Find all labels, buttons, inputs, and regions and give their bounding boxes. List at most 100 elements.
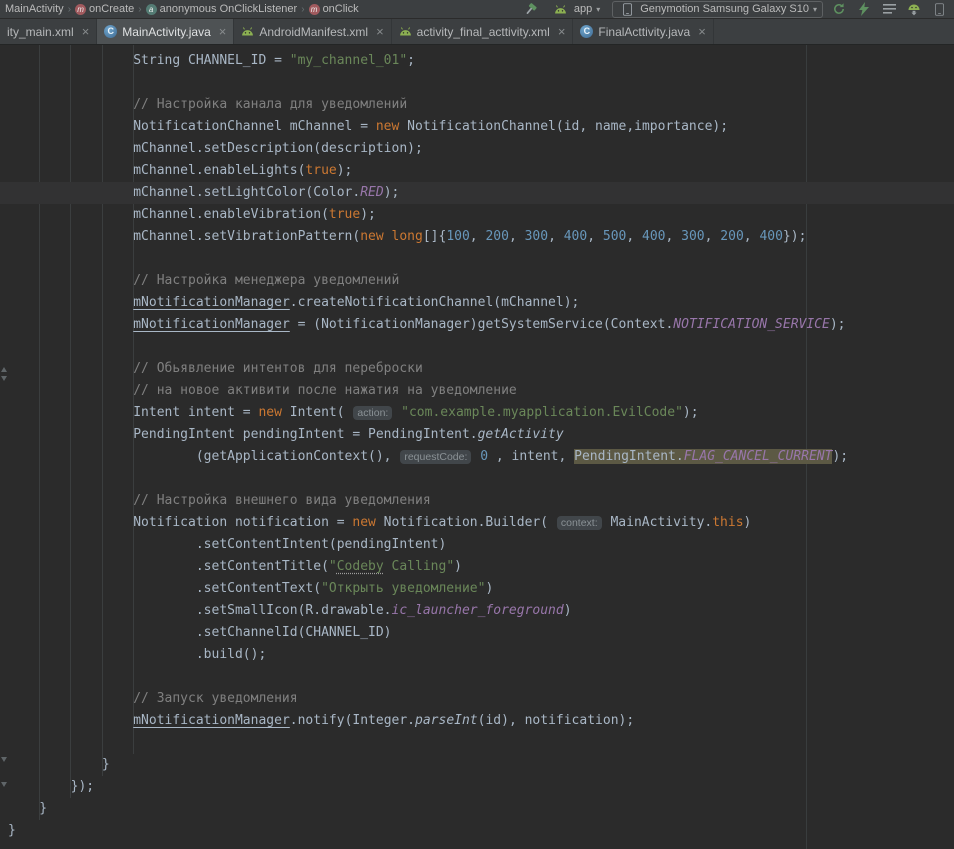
code-token: .setContentText(: [8, 581, 321, 596]
parameter-hint: action:: [353, 406, 392, 420]
code-token: "my_channel_01": [290, 53, 407, 68]
code-line[interactable]: mChannel.setDescription(description);: [0, 138, 954, 160]
breadcrumb-label: MainActivity: [5, 3, 64, 15]
code-line[interactable]: [0, 732, 954, 754]
code-line[interactable]: .setContentText("Открыть уведомление"): [0, 578, 954, 600]
editor-tab[interactable]: CMainActivity.java×: [97, 19, 234, 44]
code-line[interactable]: PendingIntent pendingIntent = PendingInt…: [0, 424, 954, 446]
attach-debugger-icon[interactable]: [855, 1, 873, 17]
code-editor[interactable]: String CHANNEL_ID = "my_channel_01"; // …: [0, 45, 954, 849]
code-line[interactable]: // Настройка канала для уведомлений: [0, 94, 954, 116]
breadcrumb-label: onCreate: [89, 3, 134, 15]
code-line[interactable]: mChannel.enableLights(true);: [0, 160, 954, 182]
code-line[interactable]: mNotificationManager.notify(Integer.pars…: [0, 710, 954, 732]
code-line[interactable]: .setChannelId(CHANNEL_ID): [0, 622, 954, 644]
code-line[interactable]: (getApplicationContext(), requestCode: 0…: [0, 446, 954, 468]
android-file-icon: [399, 27, 412, 36]
code-token: ,: [666, 229, 682, 244]
code-line[interactable]: }: [0, 798, 954, 820]
code-line[interactable]: String CHANNEL_ID = "my_channel_01";: [0, 50, 954, 72]
code-token: (getApplicationContext(),: [8, 449, 399, 464]
breadcrumb-item[interactable]: monClick: [306, 3, 362, 15]
code-line[interactable]: mChannel.setVibrationPattern(new long[]{…: [0, 226, 954, 248]
code-token: ,: [470, 229, 486, 244]
code-token: // Настройка канала для уведомлений: [8, 97, 407, 112]
breadcrumb-item[interactable]: aanonymous OnClickListener: [143, 3, 301, 15]
breadcrumb-label: anonymous OnClickListener: [160, 3, 298, 15]
code-token: new: [258, 405, 281, 420]
code-line[interactable]: }: [0, 754, 954, 776]
code-line[interactable]: mChannel.enableVibration(true);: [0, 204, 954, 226]
code-token: NotificationChannel(id, name,importance)…: [399, 119, 728, 134]
code-token: mChannel.enableLights(: [8, 163, 305, 178]
code-line[interactable]: [0, 248, 954, 270]
code-token: // Настройка менеджера уведомлений: [8, 273, 399, 288]
code-token: [393, 405, 401, 420]
code-token: new: [352, 515, 375, 530]
close-tab-icon[interactable]: ×: [698, 25, 706, 38]
close-tab-icon[interactable]: ×: [219, 25, 227, 38]
run-configuration-dropdown[interactable]: app ▾: [547, 1, 605, 18]
java-class-icon: C: [104, 25, 117, 38]
code-token: true: [305, 163, 336, 178]
breadcrumb-item[interactable]: MainActivity: [2, 3, 67, 15]
code-token: 400: [642, 229, 665, 244]
code-token: 400: [759, 229, 782, 244]
navigation-bar: MainActivity›monCreate›aanonymous OnClic…: [0, 0, 954, 19]
code-line[interactable]: // Запуск уведомления: [0, 688, 954, 710]
breadcrumb-item[interactable]: monCreate: [72, 3, 137, 15]
editor-tab[interactable]: activity_final_acttivity.xml ×: [392, 19, 574, 44]
code-line[interactable]: // Настройка менеджера уведомлений: [0, 270, 954, 292]
code-line[interactable]: NotificationChannel mChannel = new Notif…: [0, 116, 954, 138]
close-tab-icon[interactable]: ×: [558, 25, 566, 38]
code-line[interactable]: .setContentIntent(pendingIntent): [0, 534, 954, 556]
android-app-icon: [552, 1, 570, 17]
tab-label: activity_final_acttivity.xml: [417, 25, 550, 39]
code-token: Calling": [384, 559, 454, 574]
build-hammer-icon[interactable]: [522, 1, 540, 17]
code-token: ,: [548, 229, 564, 244]
code-line[interactable]: [0, 336, 954, 358]
code-token: 300: [681, 229, 704, 244]
logcat-icon[interactable]: [880, 1, 898, 17]
code-line[interactable]: Intent intent = new Intent( action: "com…: [0, 402, 954, 424]
code-line[interactable]: [0, 666, 954, 688]
editor-tabs: ity_main.xml×CMainActivity.java×AndroidM…: [0, 19, 954, 45]
code-token: // на новое активити после нажатия на ув…: [8, 383, 517, 398]
code-line[interactable]: .setContentTitle("Codeby Calling"): [0, 556, 954, 578]
code-line[interactable]: // Обьявление интентов для переброски: [0, 358, 954, 380]
editor-tab[interactable]: CFinalActtivity.java×: [573, 19, 713, 44]
code-token: mChannel.setVibrationPattern(: [8, 229, 360, 244]
device-dropdown[interactable]: Genymotion Samsung Galaxy S10 ▾: [612, 1, 823, 18]
editor-tab[interactable]: AndroidManifest.xml×: [234, 19, 391, 44]
breadcrumb: MainActivity›monCreate›aanonymous OnClic…: [2, 3, 362, 15]
code-token: .setContentTitle(: [8, 559, 329, 574]
sdk-manager-icon[interactable]: [905, 1, 923, 17]
run-config-label: app: [574, 3, 592, 15]
code-token: Codeby: [337, 559, 384, 574]
code-token: getActivity: [478, 427, 564, 442]
code-line[interactable]: mNotificationManager = (NotificationMana…: [0, 314, 954, 336]
code-token: mChannel.setLightColor(Color.: [8, 185, 360, 200]
editor-tab[interactable]: ity_main.xml×: [0, 19, 97, 44]
code-area[interactable]: String CHANNEL_ID = "my_channel_01"; // …: [0, 50, 954, 842]
code-line[interactable]: .setSmallIcon(R.drawable.ic_launcher_for…: [0, 600, 954, 622]
code-line[interactable]: // на новое активити после нажатия на ув…: [0, 380, 954, 402]
code-line[interactable]: Notification notification = new Notifica…: [0, 512, 954, 534]
code-token: [384, 229, 392, 244]
chevron-down-icon: ▾: [813, 5, 817, 14]
close-tab-icon[interactable]: ×: [376, 25, 384, 38]
code-line[interactable]: }: [0, 820, 954, 842]
code-token: }: [8, 757, 110, 772]
close-tab-icon[interactable]: ×: [82, 25, 90, 38]
code-line[interactable]: [0, 72, 954, 94]
code-line[interactable]: mNotificationManager.createNotificationC…: [0, 292, 954, 314]
code-line[interactable]: // Настройка внешнего вида уведомления: [0, 490, 954, 512]
code-line[interactable]: });: [0, 776, 954, 798]
code-line-current[interactable]: mChannel.setLightColor(Color.RED);: [0, 182, 954, 204]
sync-project-icon[interactable]: [830, 1, 848, 17]
code-line[interactable]: .build();: [0, 644, 954, 666]
code-line[interactable]: [0, 468, 954, 490]
code-token: NOTIFICATION_SERVICE: [673, 317, 830, 332]
avd-manager-icon[interactable]: [930, 1, 948, 17]
